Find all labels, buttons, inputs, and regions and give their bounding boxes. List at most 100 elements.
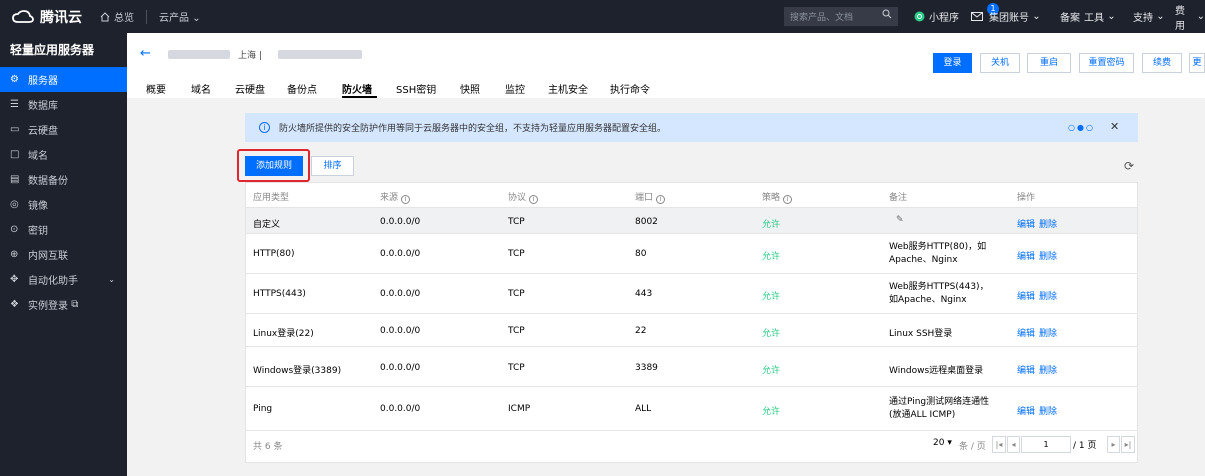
last-page-icon[interactable]: ▸| (1121, 436, 1135, 453)
help-icon[interactable]: i (783, 195, 793, 204)
sidebar-item-database[interactable]: ☰ 数据库 (0, 92, 127, 117)
delete-link[interactable]: 删除 (1039, 217, 1057, 230)
external-link-icon: ⧉ (71, 299, 79, 310)
page-size-select[interactable]: 20 ▾ (933, 438, 952, 448)
nav-home[interactable]: 总览 (100, 9, 134, 24)
restart-button[interactable]: 重启 (1027, 53, 1071, 73)
sidebar-item-server[interactable]: ⚙ 服务器 (0, 67, 127, 92)
help-icon[interactable]: i (656, 195, 666, 204)
sidebar-item-domain[interactable]: □ 域名 (0, 142, 127, 167)
cell-policy: 允许 (762, 252, 781, 262)
column-header-label: 策略 (762, 193, 781, 203)
sidebar-item-network[interactable]: ⊕ 内网互联 (0, 242, 127, 267)
database-icon: ☰ (10, 99, 19, 110)
column-header-source: 来源 i (380, 190, 411, 204)
sidebar-item-image[interactable]: ◎ 镜像 (0, 192, 127, 217)
tab-backup[interactable]: 备份点 (287, 81, 342, 98)
network-icon: ⊕ (10, 249, 19, 260)
tab-overview[interactable]: 概要 (146, 81, 191, 98)
edit-link[interactable]: 编辑 (1017, 289, 1035, 302)
nav-filing[interactable]: 备案 (1060, 0, 1080, 33)
mail-icon[interactable] (971, 0, 983, 33)
tab-run-command[interactable]: 执行命令 (610, 81, 665, 98)
shutdown-button[interactable]: 关机 (980, 53, 1020, 73)
cell-port: 3389 (635, 363, 658, 373)
back-arrow-icon[interactable]: ← (140, 46, 151, 61)
next-page-icon[interactable]: ▸ (1107, 436, 1120, 453)
sidebar-item-label: 镜像 (28, 201, 48, 212)
chevron-down-icon: ⌄ (192, 13, 201, 24)
edit-link[interactable]: 编辑 (1017, 363, 1035, 376)
tab-monitor[interactable]: 监控 (505, 81, 548, 98)
login-button[interactable]: 登录 (933, 53, 972, 73)
help-icon[interactable]: i (401, 195, 411, 204)
column-header-protocol: 协议 i (508, 190, 539, 204)
delete-link[interactable]: 删除 (1039, 289, 1057, 302)
page-header: ← 上海 | 概要 域名 云硬盘 备份点 防火墙 SSH密钥 快照 监控 主机安… (127, 33, 1205, 98)
key-icon: ⊙ (10, 224, 19, 235)
delete-link[interactable]: 删除 (1039, 363, 1057, 376)
cell-type: HTTPS(443) (253, 289, 306, 299)
delete-link[interactable]: 删除 (1039, 249, 1057, 262)
tab-domain[interactable]: 域名 (191, 81, 235, 98)
tab-ssh-key[interactable]: SSH密钥 (396, 81, 460, 98)
account-menu[interactable]: 集团账号 ⌄ (989, 0, 1041, 33)
prev-page-icon[interactable]: ◂ (1007, 436, 1020, 453)
tab-disk[interactable]: 云硬盘 (235, 81, 287, 98)
page-number-input[interactable]: 1 (1021, 436, 1071, 453)
highlight-box (237, 149, 310, 182)
search-icon[interactable] (882, 9, 892, 22)
cell-note: Linux SSH登录 (889, 329, 953, 339)
nav-filing-label: 备案 (1060, 13, 1080, 24)
first-page-icon[interactable]: |◂ (992, 436, 1006, 453)
cell-protocol: TCP (508, 289, 525, 299)
nav-products[interactable]: 云产品 ⌄ (159, 9, 201, 24)
sidebar-item-label: 服务器 (28, 76, 58, 87)
cell-policy: 允许 (762, 366, 781, 376)
delete-link[interactable]: 删除 (1039, 404, 1057, 417)
edit-link[interactable]: 编辑 (1017, 249, 1035, 262)
sidebar-item-disk[interactable]: ▭ 云硬盘 (0, 117, 127, 142)
sidebar-item-backup[interactable]: ▤ 数据备份 (0, 167, 127, 192)
cell-note: Web服务HTTP(80)，如Apache、Nginx (889, 242, 987, 265)
chevron-down-icon: ⌄ (108, 275, 115, 284)
sort-button[interactable]: 排序 (311, 156, 354, 176)
nav-support[interactable]: 支持 ⌄ (1133, 0, 1165, 33)
delete-link[interactable]: 删除 (1039, 326, 1057, 339)
column-header-label: 来源 (380, 193, 399, 203)
sidebar-item-automation[interactable]: ✥ 自动化助手 ⌄ (0, 267, 127, 292)
more-button[interactable]: 更 (1189, 53, 1205, 73)
edit-link[interactable]: 编辑 (1017, 217, 1035, 230)
account-label: 集团账号 (989, 13, 1029, 24)
cell-protocol: TCP (508, 363, 525, 373)
total-count: 共 6 条 (253, 442, 283, 452)
reset-password-button[interactable]: 重置密码 (1079, 53, 1134, 73)
instance-region: 上海 | (238, 51, 262, 61)
mini-program-link[interactable]: 小程序 (914, 0, 959, 33)
nav-tools[interactable]: 工具 ⌄ (1084, 0, 1116, 33)
column-header-label: 备注 (889, 193, 908, 203)
sidebar-item-login[interactable]: ❖ 实例登录 ⧉ (0, 292, 127, 317)
cell-protocol: TCP (508, 326, 525, 336)
column-header-note: 备注 (889, 190, 907, 203)
edit-link[interactable]: 编辑 (1017, 404, 1035, 417)
cell-port: 443 (635, 289, 653, 299)
nav-billing[interactable]: 费用 ⌄ (1175, 0, 1205, 33)
refresh-icon[interactable]: ⟳ (1124, 159, 1134, 173)
tab-firewall[interactable]: 防火墙 (342, 81, 377, 98)
brand-logo[interactable]: 腾讯云 (12, 7, 82, 27)
chevron-down-icon: ⌄ (1107, 11, 1116, 22)
cell-type: Windows登录(3389) (253, 366, 342, 376)
carousel-dots[interactable]: ○●○ (1068, 123, 1095, 132)
edit-link[interactable]: 编辑 (1017, 326, 1035, 339)
pencil-icon[interactable]: ✎ (896, 215, 904, 225)
tab-snapshot[interactable]: 快照 (460, 81, 505, 98)
search-input[interactable]: 搜索产品、文档 (784, 7, 898, 26)
sidebar-item-key[interactable]: ⊙ 密钥 (0, 217, 127, 242)
table-row: 自定义 0.0.0.0/0 TCP 8002 允许 ✎ 编辑 删除 (246, 208, 1137, 234)
help-icon[interactable]: i (529, 195, 539, 204)
tab-host-security[interactable]: 主机安全 (548, 81, 610, 98)
close-icon[interactable]: ✕ (1110, 120, 1119, 133)
renew-button[interactable]: 续费 (1142, 53, 1182, 73)
column-header-label: 操作 (1017, 193, 1036, 203)
